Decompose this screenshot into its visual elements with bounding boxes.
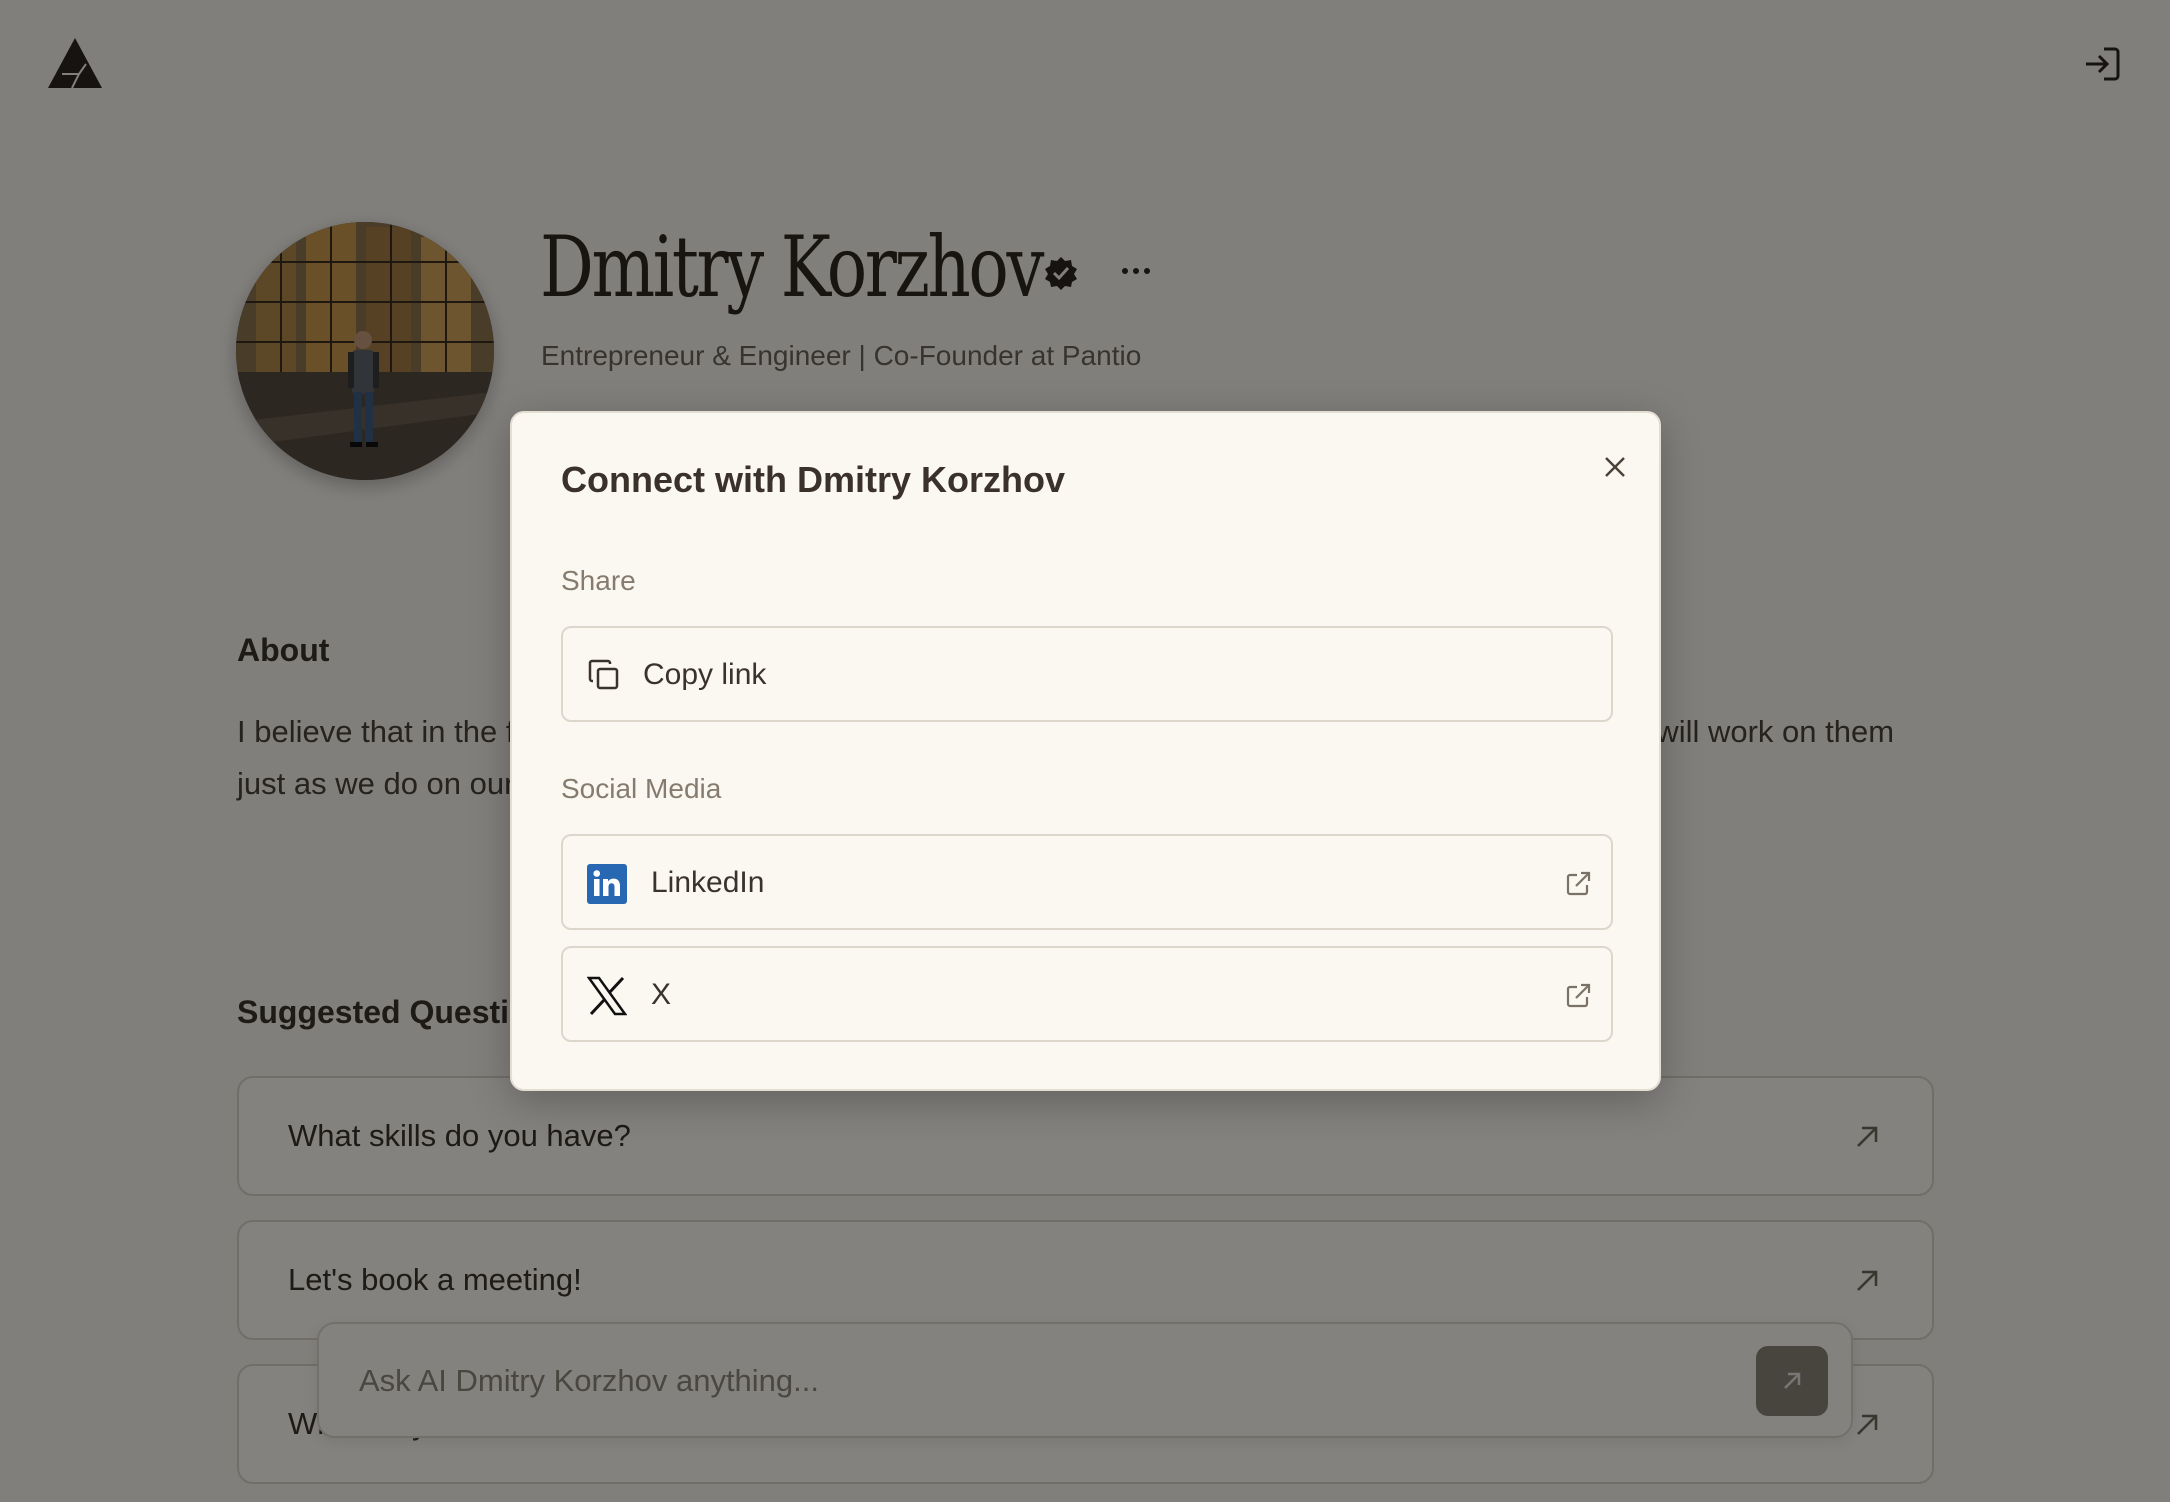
external-link-icon — [1566, 871, 1591, 896]
share-label: Share — [561, 565, 636, 596]
external-link-icon — [1566, 983, 1591, 1008]
connect-modal: Connect with Dmitry Korzhov Share Copy l… — [510, 411, 1661, 1091]
x-label: X — [651, 978, 672, 1011]
x-link[interactable]: X — [561, 946, 1613, 1042]
modal-title: Connect with Dmitry Korzhov — [561, 459, 1066, 500]
x-logo-icon — [587, 976, 627, 1016]
copy-icon — [588, 659, 619, 690]
linkedin-link[interactable]: LinkedIn — [561, 834, 1613, 930]
linkedin-label: LinkedIn — [651, 866, 765, 899]
page: Dmitry Korzhov Entrepreneur & Engineer |… — [0, 0, 2170, 1502]
copy-link-button[interactable]: Copy link — [561, 626, 1613, 722]
copy-link-label: Copy link — [643, 658, 767, 691]
social-media-label: Social Media — [561, 773, 722, 804]
linkedin-icon — [587, 864, 627, 904]
close-icon[interactable] — [1598, 450, 1632, 484]
